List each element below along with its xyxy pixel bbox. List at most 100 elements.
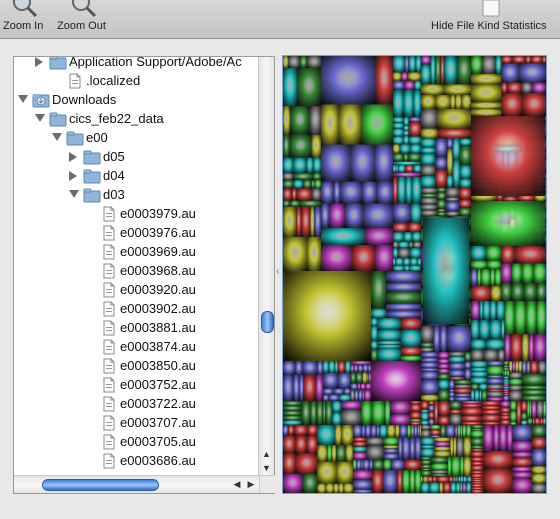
treemap-cell[interactable] xyxy=(393,117,404,123)
treemap-cell[interactable] xyxy=(526,301,537,335)
treemap-cell[interactable] xyxy=(462,425,467,438)
treemap-cell[interactable] xyxy=(283,134,290,158)
treemap-cell[interactable] xyxy=(449,362,465,370)
treemap-cell[interactable] xyxy=(483,451,513,469)
treemap-cell[interactable] xyxy=(321,104,339,145)
treemap-cell[interactable] xyxy=(449,392,455,398)
treemap-cell[interactable] xyxy=(295,453,318,474)
treemap-cell[interactable] xyxy=(500,412,511,416)
treemap-cell[interactable] xyxy=(403,130,409,136)
treemap-cell[interactable] xyxy=(353,489,373,493)
treemap-cell[interactable] xyxy=(325,483,334,493)
treemap-cell[interactable] xyxy=(311,134,321,158)
treemap-cell[interactable] xyxy=(421,482,430,493)
treemap-cell[interactable] xyxy=(514,246,546,264)
treemap-cell[interactable] xyxy=(377,340,401,345)
treemap-cell[interactable] xyxy=(333,388,344,395)
treemap-cell[interactable] xyxy=(353,470,373,481)
treemap-cell[interactable] xyxy=(371,308,387,319)
treemap-cell[interactable] xyxy=(341,409,362,425)
treemap-cell[interactable] xyxy=(471,457,484,462)
treemap-cell[interactable] xyxy=(521,385,546,390)
treemap-cell[interactable] xyxy=(368,364,371,373)
file-row[interactable]: e0003874.au xyxy=(14,338,259,357)
treemap-cell[interactable] xyxy=(421,445,435,449)
treemap-cell[interactable] xyxy=(438,358,450,364)
treemap-cell[interactable] xyxy=(321,144,351,182)
treemap-cell[interactable] xyxy=(454,397,471,401)
treemap-cell[interactable] xyxy=(471,361,488,368)
treemap-cell[interactable] xyxy=(471,339,486,350)
treemap-cell[interactable] xyxy=(393,164,397,173)
treemap-cell[interactable] xyxy=(471,430,484,438)
treemap-cell[interactable] xyxy=(471,108,502,116)
treemap-cell[interactable] xyxy=(421,401,429,410)
treemap-cell[interactable] xyxy=(421,193,438,198)
treemap-cell[interactable] xyxy=(397,248,410,259)
folder-row[interactable]: Downloads xyxy=(14,91,259,110)
treemap-cell[interactable] xyxy=(421,108,438,129)
treemap-cell[interactable] xyxy=(447,456,452,477)
file-row[interactable]: e0003920.au xyxy=(14,281,259,300)
treemap-cell[interactable] xyxy=(532,82,546,94)
treemap-cell[interactable] xyxy=(354,389,359,401)
treemap-cell[interactable] xyxy=(471,425,484,429)
treemap-cell[interactable] xyxy=(410,421,421,425)
treemap-cell[interactable] xyxy=(533,263,546,284)
treemap-cell[interactable] xyxy=(393,90,404,118)
treemap-cell[interactable] xyxy=(403,459,421,471)
treemap-cell[interactable] xyxy=(531,425,546,438)
treemap-cell[interactable] xyxy=(283,405,302,411)
file-row[interactable]: e0003976.au xyxy=(14,224,259,243)
treemap-cell[interactable] xyxy=(410,258,418,266)
treemap-cell[interactable] xyxy=(543,401,546,418)
treemap-cell[interactable] xyxy=(421,437,435,446)
treemap-cell[interactable] xyxy=(503,393,510,396)
treemap-cell[interactable] xyxy=(481,390,488,401)
treemap-cell[interactable] xyxy=(423,218,469,324)
treemap-cell[interactable] xyxy=(393,80,405,91)
treemap-cell[interactable] xyxy=(471,470,484,474)
treemap-cell[interactable] xyxy=(428,401,435,405)
treemap-cell[interactable] xyxy=(384,401,391,425)
treemap-cell[interactable] xyxy=(316,401,324,425)
treemap-cell[interactable] xyxy=(353,452,367,460)
treemap-cell[interactable] xyxy=(376,425,380,438)
treemap-cell[interactable] xyxy=(504,301,515,335)
treemap-cell[interactable] xyxy=(296,188,312,201)
treemap-cell[interactable] xyxy=(456,482,461,493)
treemap-cell[interactable] xyxy=(390,459,404,471)
treemap-cell[interactable] xyxy=(379,425,388,438)
treemap-cell[interactable] xyxy=(512,441,532,452)
treemap-cell[interactable] xyxy=(314,206,321,237)
treemap-cell[interactable] xyxy=(372,470,384,493)
treemap-cell[interactable] xyxy=(490,269,495,286)
treemap-cell[interactable] xyxy=(328,394,340,401)
treemap-cell[interactable] xyxy=(447,149,453,176)
disclosure-closed-icon[interactable] xyxy=(69,171,77,181)
treemap-cell[interactable] xyxy=(516,401,522,425)
treemap-cell[interactable] xyxy=(459,145,471,166)
treemap-cell[interactable] xyxy=(408,56,416,73)
treemap-cell[interactable] xyxy=(457,425,461,438)
treemap-cell[interactable] xyxy=(503,395,510,401)
treemap-cell[interactable] xyxy=(363,389,371,401)
treemap-cell[interactable] xyxy=(471,448,484,452)
treemap-cell[interactable] xyxy=(322,388,334,395)
treemap-cell[interactable] xyxy=(453,437,457,457)
treemap-cell[interactable] xyxy=(421,371,439,380)
treemap-cell[interactable] xyxy=(321,203,330,228)
treemap-cell[interactable] xyxy=(362,389,364,401)
treemap-cell[interactable] xyxy=(368,372,371,384)
treemap-cell[interactable] xyxy=(421,412,429,421)
folder-row[interactable]: d04 xyxy=(14,167,259,186)
treemap-cell[interactable] xyxy=(509,378,522,386)
treemap-cell[interactable] xyxy=(321,245,353,271)
treemap-cell[interactable] xyxy=(375,245,393,271)
treemap-cell[interactable] xyxy=(311,179,315,189)
treemap-cell[interactable] xyxy=(501,283,512,301)
treemap-cell[interactable] xyxy=(353,425,362,438)
treemap-cell[interactable] xyxy=(335,425,342,446)
scroll-down-button[interactable]: ▼ xyxy=(259,461,274,475)
treemap-cell[interactable] xyxy=(297,68,321,107)
